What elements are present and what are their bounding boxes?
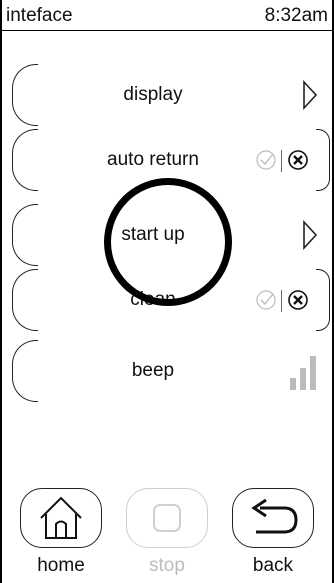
- home-label: home: [37, 555, 85, 576]
- check-icon[interactable]: [254, 148, 278, 172]
- status-divider: [0, 30, 334, 31]
- toggle-separator: [281, 290, 282, 312]
- menu-item-start-up[interactable]: start up: [12, 204, 330, 266]
- left-bracket: [12, 340, 38, 402]
- left-bracket: [12, 204, 38, 266]
- stop-icon: [153, 504, 181, 532]
- menu-item-beep[interactable]: beep: [12, 340, 330, 402]
- left-bracket: [12, 64, 38, 126]
- left-bracket: [12, 269, 38, 331]
- screen-border-left: [0, 0, 2, 583]
- menu-item-label: beep: [131, 360, 175, 381]
- close-x-icon[interactable]: [286, 288, 310, 312]
- chevron-right-icon[interactable]: [302, 220, 318, 250]
- right-bracket: [316, 269, 330, 331]
- check-icon[interactable]: [254, 288, 278, 312]
- menu-item-label: display: [123, 84, 183, 105]
- home-button[interactable]: [20, 488, 102, 548]
- close-x-icon[interactable]: [286, 148, 310, 172]
- right-bracket: [316, 129, 330, 191]
- stop-label: stop: [149, 555, 185, 576]
- back-arrow-icon: [251, 498, 298, 534]
- back-label: back: [252, 555, 294, 576]
- menu-item-label: clean: [130, 289, 176, 310]
- toggle-separator: [281, 150, 282, 172]
- screen-title: inteface: [6, 5, 73, 26]
- clock: 8:32am: [264, 5, 328, 26]
- left-bracket: [12, 129, 38, 191]
- menu-item-clean[interactable]: clean: [12, 269, 330, 331]
- volume-level-icon[interactable]: [288, 352, 318, 392]
- menu-item-label: start up: [121, 224, 185, 245]
- stop-button[interactable]: [126, 488, 208, 548]
- menu-item-display[interactable]: display: [12, 64, 330, 126]
- menu-item-label: auto return: [107, 149, 199, 170]
- screen: inteface 8:32am display auto return star…: [0, 0, 334, 583]
- back-button[interactable]: [232, 488, 314, 548]
- chevron-right-icon[interactable]: [302, 80, 318, 110]
- home-icon: [40, 496, 82, 539]
- menu-item-auto-return[interactable]: auto return: [12, 129, 330, 191]
